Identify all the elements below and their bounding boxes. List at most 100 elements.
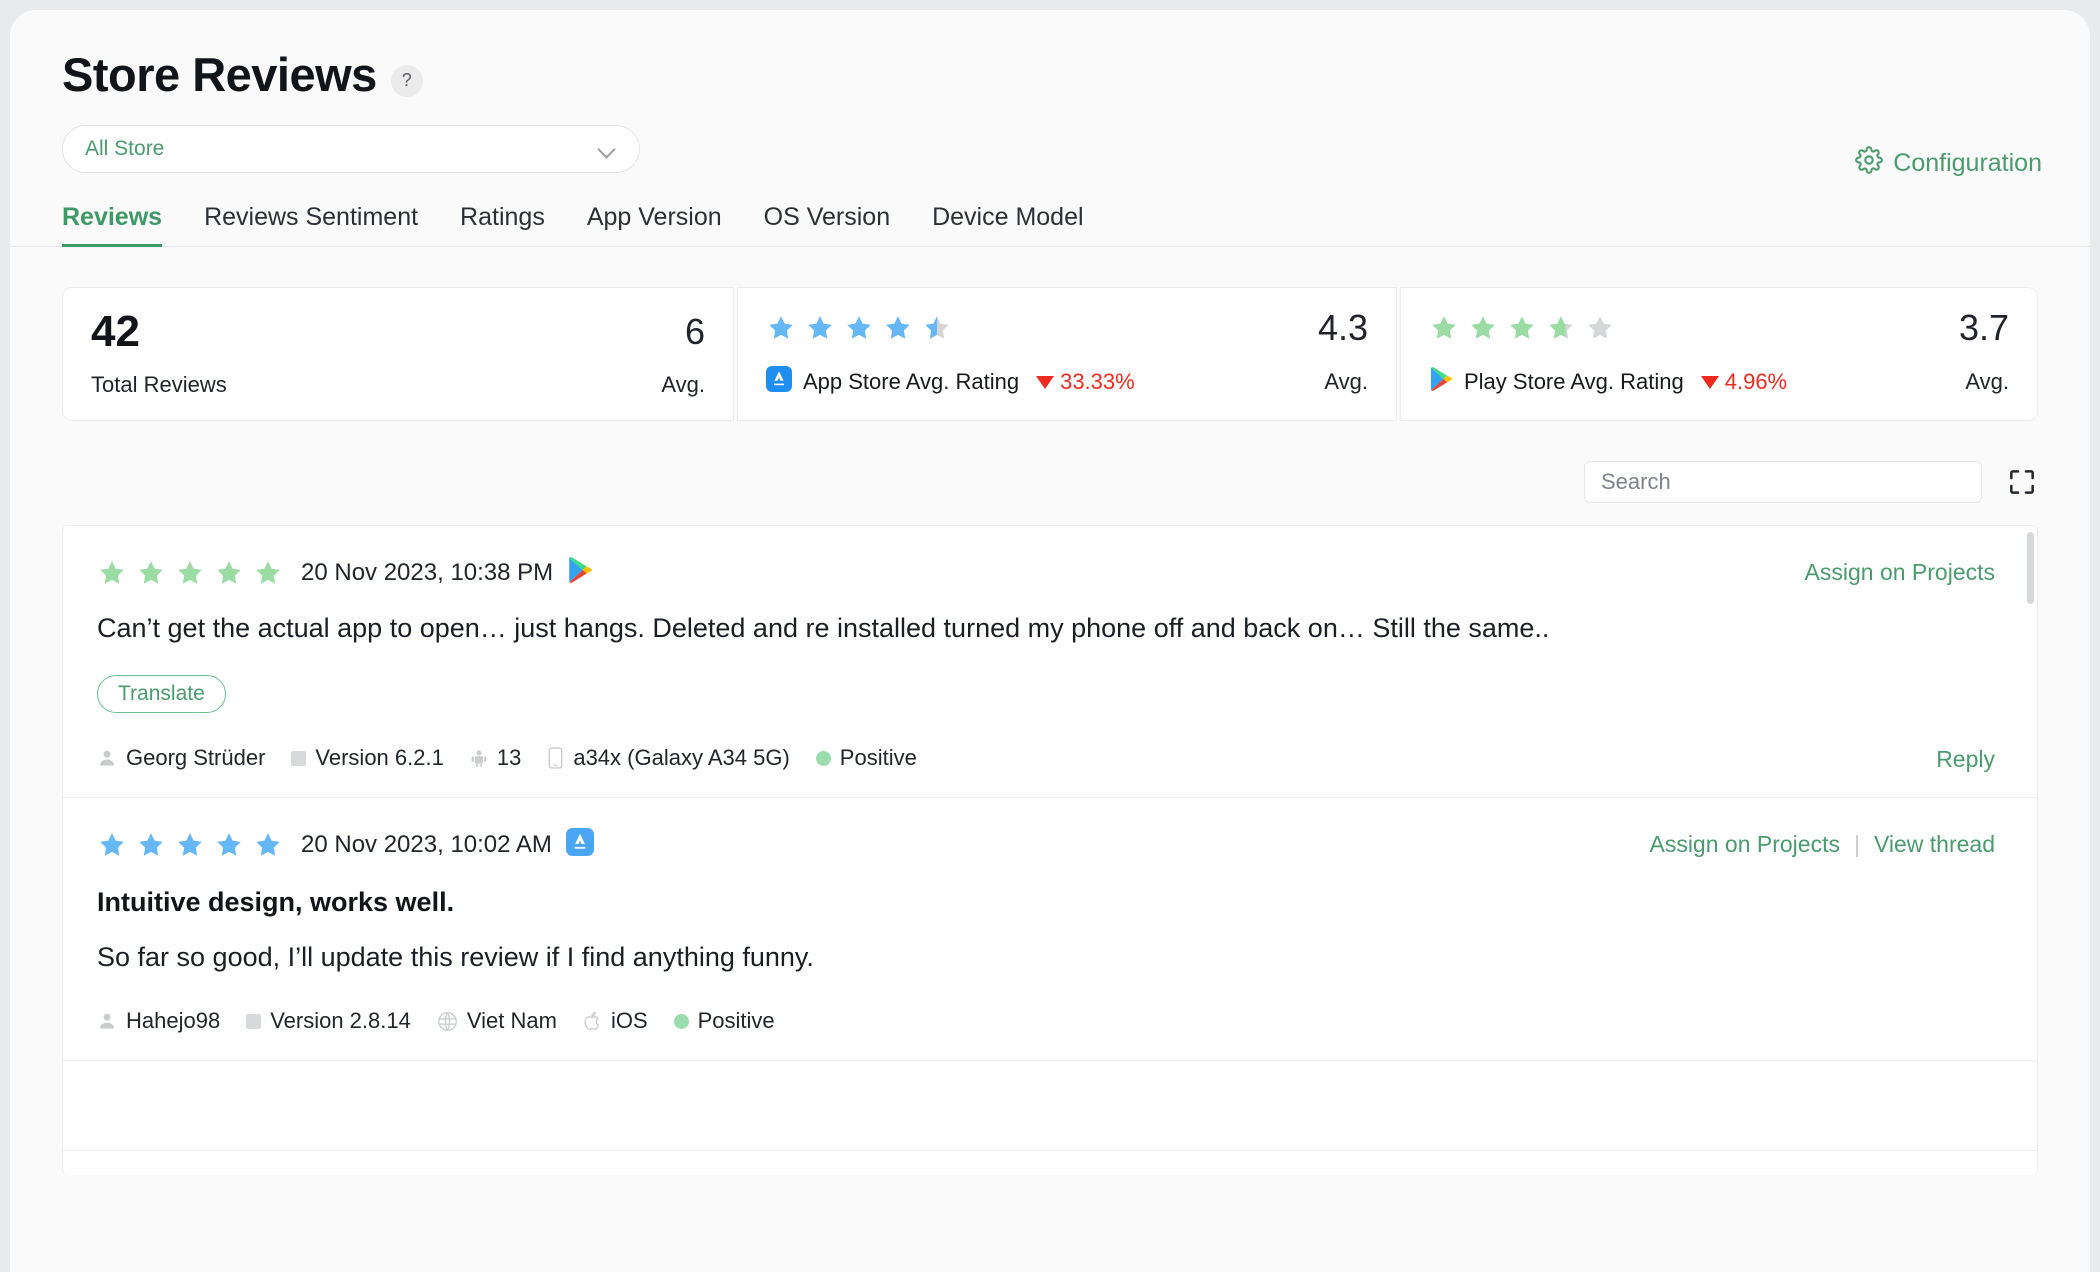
review-list: 20 Nov 2023, 10:38 PMAssign on ProjectsC… (62, 525, 2038, 1175)
review-actions: Assign on Projects | View thread (1649, 831, 1995, 858)
review-meta: Hahejo98Version 2.8.14Viet NamiOSPositiv… (97, 1008, 1997, 1034)
review-actions: Assign on Projects (1805, 559, 1995, 586)
action-view-thread[interactable]: View thread (1874, 831, 1995, 858)
app-store-bottom: App Store Avg. Rating 33.33% Avg. (766, 366, 1368, 398)
app-store-label: App Store Avg. Rating (803, 369, 1019, 395)
meta-version: Version 6.2.1 (291, 745, 443, 771)
app-store-rating-card: 4.3 App Store Avg. Rating 33.33% (737, 287, 1397, 421)
review-date: 20 Nov 2023, 10:02 AM (301, 831, 552, 859)
page-title: Store Reviews (62, 50, 377, 99)
review-header: 20 Nov 2023, 10:02 AM Assign on Projects |… (97, 828, 1997, 861)
meta-label: Georg Strüder (126, 745, 265, 771)
configuration-link[interactable]: Configuration (1855, 146, 2042, 181)
star-icon (214, 558, 244, 588)
meta-label: 13 (497, 745, 521, 771)
play-store-icon (1429, 366, 1453, 398)
list-toolbar (62, 461, 2038, 503)
star-icon (805, 313, 835, 343)
review-stars (97, 558, 283, 588)
tab-device-model[interactable]: Device Model (932, 203, 1083, 246)
globe-icon (437, 1011, 458, 1032)
action-separator: | (1854, 831, 1860, 858)
play-store-bottom: Play Store Avg. Rating 4.96% Avg. (1429, 366, 2009, 398)
search-input[interactable] (1584, 461, 1982, 503)
version-icon (291, 751, 306, 766)
stats-row: 42 6 Total Reviews Avg. 4.3 (62, 287, 2038, 421)
app-store-label-wrap: App Store Avg. Rating 33.33% (766, 366, 1135, 398)
configuration-label: Configuration (1893, 149, 2042, 178)
play-store-delta-value: 4.96% (1725, 369, 1787, 395)
meta-label: a34x (Galaxy A34 5G) (573, 745, 789, 771)
app-store-rating-value: 4.3 (1318, 310, 1368, 346)
title-row: Store Reviews ? (62, 50, 2038, 99)
sentiment-dot (816, 751, 831, 766)
app-store-icon (766, 366, 792, 398)
store-reviews-page: Store Reviews ? All Store Configuration … (10, 10, 2090, 1272)
star-icon (1546, 313, 1576, 343)
store-filter-value: All Store (85, 137, 597, 161)
sentiment-dot (674, 1014, 689, 1029)
sentiment-dot (674, 1014, 689, 1029)
meta-label: Positive (840, 745, 917, 771)
review-stars (97, 830, 283, 860)
play-store-label-wrap: Play Store Avg. Rating 4.96% (1429, 366, 1787, 398)
meta-label: Hahejo98 (126, 1008, 220, 1034)
meta-android: 13 (470, 745, 521, 771)
meta-phone: a34x (Galaxy A34 5G) (547, 745, 789, 771)
tab-reviews[interactable]: Reviews (62, 203, 162, 246)
star-icon (844, 313, 874, 343)
store-filter-select[interactable]: All Store (62, 125, 640, 173)
star-icon (214, 830, 244, 860)
tab-bar: Reviews Reviews Sentiment Ratings App Versi… (10, 203, 2090, 247)
meta-label: Version 6.2.1 (315, 745, 443, 771)
review-item: 20 Nov 2023, 10:38 PMAssign on ProjectsC… (63, 526, 2037, 798)
apple-icon (583, 1010, 602, 1032)
meta-label: Viet Nam (467, 1008, 557, 1034)
tab-ratings[interactable]: Ratings (460, 203, 545, 246)
person-icon (97, 748, 117, 768)
translate-button[interactable]: Translate (97, 675, 226, 713)
play-store-delta: 4.96% (1701, 369, 1787, 395)
review-body: Can’t get the actual app to open… just h… (97, 611, 1597, 647)
total-reviews-top: 42 6 (91, 310, 705, 354)
meta-label: iOS (611, 1008, 648, 1034)
app-store-icon (566, 828, 594, 856)
version-icon (246, 1014, 261, 1029)
tab-app-version[interactable]: App Version (587, 203, 722, 246)
phone-icon (547, 747, 564, 769)
play-store-stars (1429, 313, 1615, 343)
star-icon (1507, 313, 1537, 343)
app-store-stars (766, 313, 952, 343)
page-header: Store Reviews ? All Store (10, 10, 2090, 173)
sentiment-dot (816, 751, 831, 766)
play-store-top: 3.7 (1429, 310, 2009, 346)
review-item (63, 1061, 2037, 1151)
triangle-down-icon (1701, 376, 1719, 389)
play-store-side-label: Avg. (1965, 369, 2009, 395)
app-store-side-label: Avg. (1324, 369, 1368, 395)
play-store-icon (567, 556, 593, 589)
action-assign-on-projects[interactable]: Assign on Projects (1805, 559, 1995, 586)
help-icon[interactable]: ? (391, 65, 423, 97)
meta-person: Georg Strüder (97, 745, 265, 771)
play-store-rating-value: 3.7 (1959, 310, 2009, 346)
tab-reviews-sentiment[interactable]: Reviews Sentiment (204, 203, 418, 246)
play-store-rating-card: 3.7 Play Store Avg. Rating (1400, 287, 2038, 421)
total-reviews-side-label: Avg. (661, 372, 705, 398)
fullscreen-icon[interactable] (2006, 466, 2038, 498)
meta-globe: Viet Nam (437, 1008, 557, 1034)
meta-apple: iOS (583, 1008, 648, 1034)
app-store-delta-value: 33.33% (1060, 369, 1135, 395)
person-icon (97, 1011, 117, 1031)
star-icon (97, 830, 127, 860)
review-meta: Georg Strüder Version 6.2.1 13 a34x (Galaxy… (97, 745, 1997, 771)
star-icon (253, 558, 283, 588)
tab-os-version[interactable]: OS Version (764, 203, 890, 246)
action-assign-on-projects[interactable]: Assign on Projects (1649, 831, 1839, 858)
app-store-top: 4.3 (766, 310, 1368, 346)
meta-person: Hahejo98 (97, 1008, 220, 1034)
play-store-icon (567, 556, 593, 584)
phone-icon (547, 747, 564, 769)
star-icon (922, 313, 952, 343)
reply-link[interactable]: Reply (1936, 746, 1995, 773)
